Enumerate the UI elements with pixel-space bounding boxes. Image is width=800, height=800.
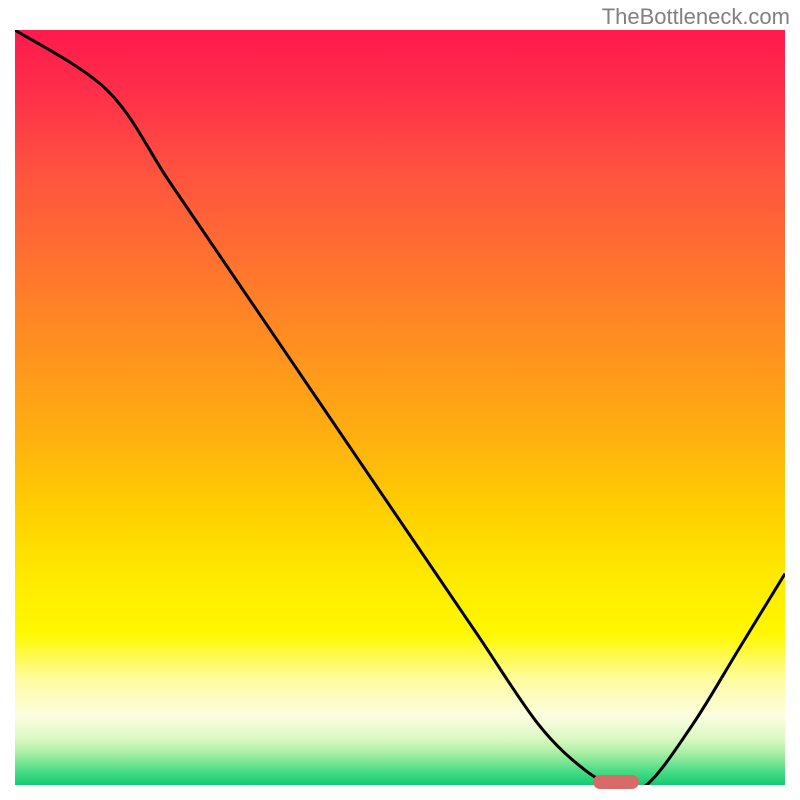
optimal-marker (593, 775, 639, 789)
bottleneck-curve (15, 30, 785, 785)
chart-plot-area (15, 30, 785, 785)
watermark-text: TheBottleneck.com (602, 4, 790, 30)
